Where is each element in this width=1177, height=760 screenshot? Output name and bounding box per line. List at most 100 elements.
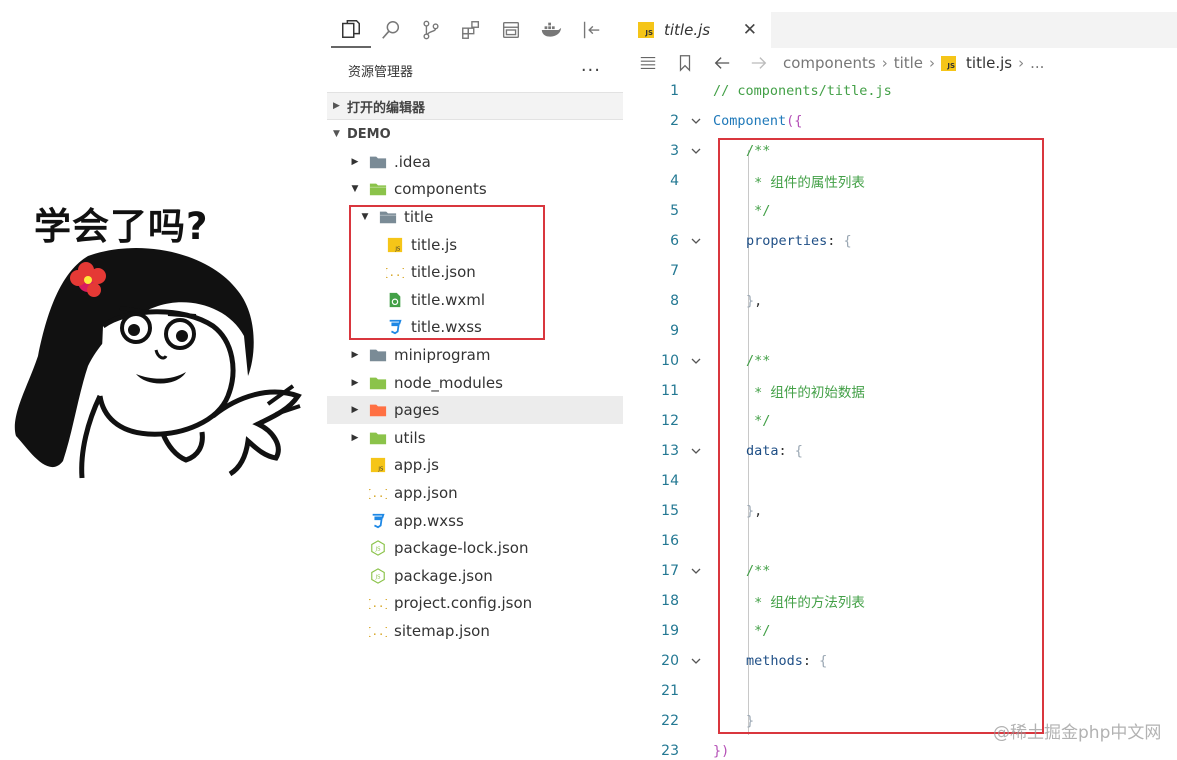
editor-highlight-box: [718, 138, 1044, 734]
json-file-icon: {..}: [368, 622, 388, 640]
line-number: 7: [670, 263, 679, 279]
code-token: Component: [713, 113, 787, 129]
tree-folder[interactable]: ▼ components: [327, 176, 623, 204]
tree-item-label: project.config.json: [394, 594, 533, 613]
code-text: // components/title.js: [713, 83, 892, 99]
line-number: 4: [670, 173, 679, 189]
line-number: 2: [670, 113, 679, 129]
line-number: 8: [670, 293, 679, 309]
tree-file[interactable]: JS app.js: [327, 452, 623, 480]
line-number: 23: [661, 743, 679, 759]
tab-bar: JS title.js ✕: [623, 12, 1177, 48]
fold-chevron-icon[interactable]: [679, 565, 713, 577]
breadcrumb-item[interactable]: title: [894, 54, 923, 72]
breadcrumb-file-label: title.js: [966, 54, 1013, 72]
chevron-down-icon: ▼: [333, 129, 340, 139]
tree-folder[interactable]: ▶ miniprogram: [327, 341, 623, 369]
folder-icon: [368, 180, 388, 198]
breadcrumb-item[interactable]: components: [783, 54, 876, 72]
tree-folder[interactable]: ▶ pages: [327, 396, 623, 424]
tree-item-label: .idea: [394, 152, 431, 171]
tree-folder[interactable]: ▶ .idea: [327, 148, 623, 176]
line-number: 10: [661, 353, 679, 369]
arrow-right-icon[interactable]: [746, 54, 772, 72]
svg-text:JS: JS: [375, 574, 382, 580]
code-line[interactable]: 1 // components/title.js: [623, 76, 1177, 106]
fold-chevron-icon[interactable]: [679, 655, 713, 667]
chevron-right-icon: ›: [929, 54, 936, 72]
line-number: 5: [670, 203, 679, 219]
fold-chevron-icon[interactable]: [679, 445, 713, 457]
code-token: ({: [786, 113, 803, 129]
remote-explorer-icon[interactable]: [491, 12, 531, 48]
tree-item-label: pages: [394, 401, 440, 420]
tree-file[interactable]: app.wxss: [327, 507, 623, 535]
code-text: }): [713, 743, 729, 759]
fold-chevron-icon[interactable]: [679, 115, 713, 127]
line-number: 12: [661, 413, 679, 429]
chevron-right-icon: ›: [881, 54, 888, 72]
section-label: DEMO: [347, 126, 391, 142]
close-icon[interactable]: ✕: [743, 20, 757, 40]
tree-file[interactable]: {..} project.config.json: [327, 590, 623, 618]
section-label: 打开的编辑器: [347, 100, 426, 116]
folder-icon: [368, 346, 388, 364]
code-line[interactable]: 2 Component({: [623, 106, 1177, 136]
bookmark-icon[interactable]: [672, 54, 698, 72]
tree-folder[interactable]: ▶ utils: [327, 424, 623, 452]
chevron-right-icon: ▶: [351, 156, 359, 167]
chevron-right-icon: ▶: [351, 349, 359, 360]
breadcrumb-file[interactable]: JS title.js: [941, 54, 1012, 72]
line-number: 21: [661, 683, 679, 699]
files-icon[interactable]: [331, 12, 371, 48]
line-number: 11: [661, 383, 679, 399]
folder-icon: [368, 429, 388, 447]
fold-chevron-icon[interactable]: [679, 355, 713, 367]
fold-chevron-icon[interactable]: [679, 235, 713, 247]
folder-icon: [368, 401, 388, 419]
tree-item-label: package-lock.json: [394, 539, 529, 558]
arrow-left-icon[interactable]: [709, 54, 735, 72]
tree-item-label: miniprogram: [394, 345, 491, 364]
svg-text:{..}: {..}: [369, 488, 387, 500]
tree-file[interactable]: JS package.json: [327, 562, 623, 590]
tree-item-label: utils: [394, 428, 426, 447]
json-file-icon: {..}: [368, 594, 388, 612]
tree-file[interactable]: {..} sitemap.json: [327, 617, 623, 645]
section-open-editors[interactable]: ▶ 打开的编辑器: [327, 92, 623, 120]
tab-title-js[interactable]: JS title.js ✕: [623, 12, 771, 48]
explorer-header: 资源管理器 ···: [327, 48, 623, 92]
extensions-icon[interactable]: [451, 12, 491, 48]
tree-item-label: app.wxss: [394, 511, 464, 530]
breadcrumb-trail[interactable]: ...: [1030, 54, 1044, 72]
css-file-icon: [368, 512, 388, 530]
tree-file[interactable]: {..} app.json: [327, 479, 623, 507]
more-actions-icon[interactable]: ···: [581, 60, 601, 81]
chevron-right-icon: ▶: [351, 377, 359, 388]
chevron-right-icon: ▶: [351, 432, 359, 443]
line-number: 22: [661, 713, 679, 729]
docker-icon[interactable]: [531, 12, 571, 48]
tree-file[interactable]: JS package-lock.json: [327, 534, 623, 562]
tab-label: title.js: [664, 21, 711, 39]
watermark: @稀土掘金php中文网: [993, 723, 1162, 743]
chevron-right-icon: ›: [1018, 54, 1025, 72]
code-token: }): [713, 743, 730, 759]
collapse-sidebar-icon[interactable]: [571, 12, 611, 48]
explorer-highlight-box: [349, 205, 545, 340]
svg-text:JS: JS: [377, 467, 384, 473]
line-number: 15: [661, 503, 679, 519]
nodejs-file-icon: JS: [368, 539, 388, 557]
line-number: 1: [670, 83, 679, 99]
section-workspace[interactable]: ▼ DEMO: [327, 120, 623, 148]
search-icon[interactable]: [371, 12, 411, 48]
fold-chevron-icon[interactable]: [679, 145, 713, 157]
list-icon[interactable]: [635, 54, 661, 72]
folder-icon: [368, 153, 388, 171]
line-number: 13: [661, 443, 679, 459]
tree-item-label: sitemap.json: [394, 621, 490, 640]
explorer-panel: 资源管理器 ··· ▶ 打开的编辑器 ▼ DEMO ▶ .idea ▼ compone…: [327, 48, 623, 760]
line-number: 17: [661, 563, 679, 579]
tree-folder[interactable]: ▶ node_modules: [327, 369, 623, 397]
source-control-icon[interactable]: [411, 12, 451, 48]
